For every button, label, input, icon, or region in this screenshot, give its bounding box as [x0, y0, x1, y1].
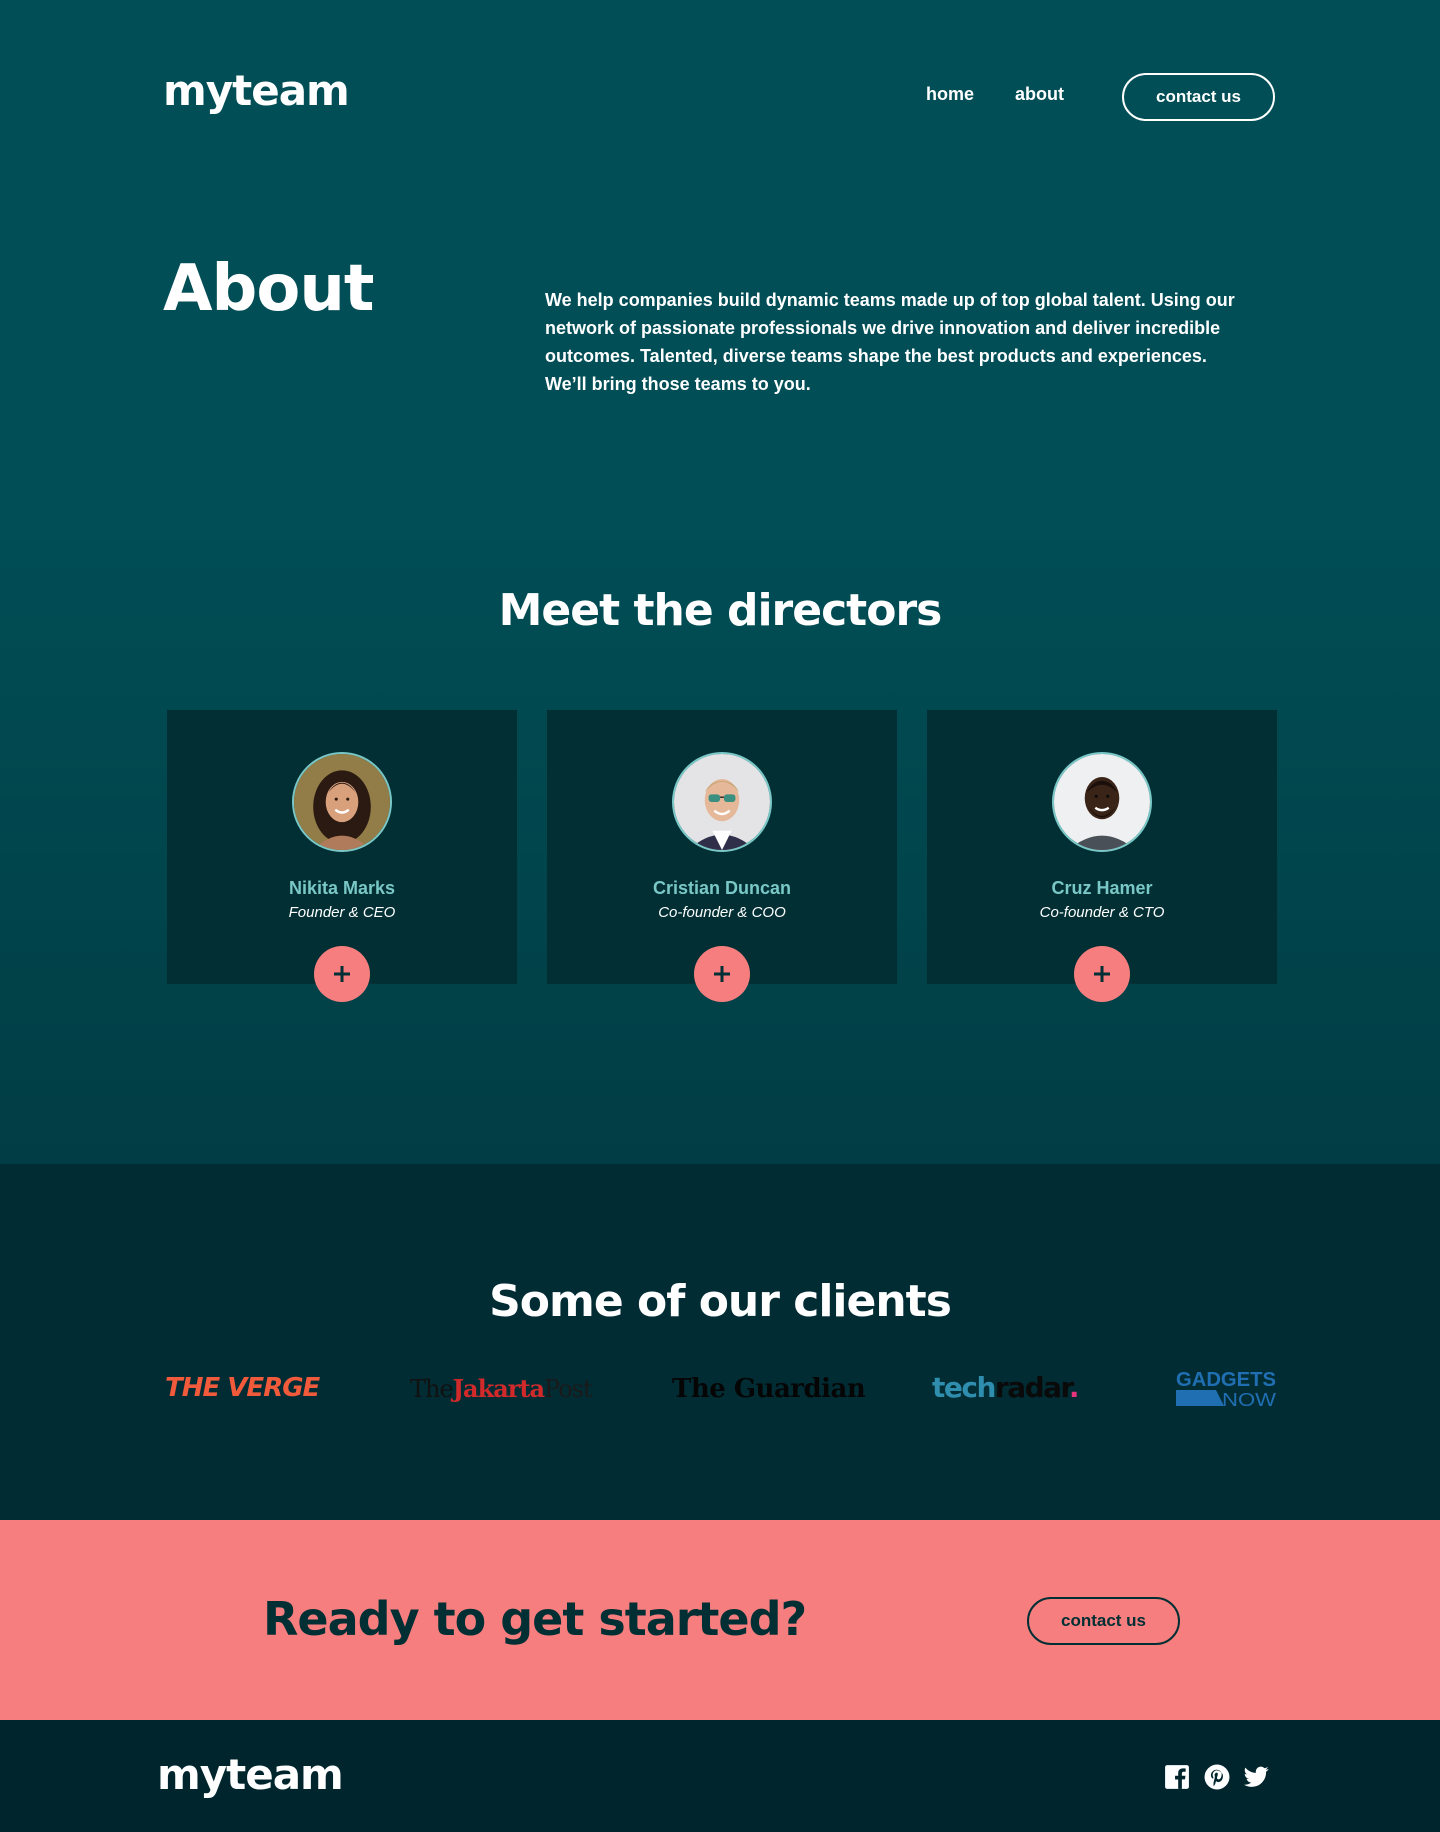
clients-heading: Some of our clients — [489, 1276, 952, 1327]
director-card: Cruz Hamer Co-founder & CTO — [927, 710, 1277, 1002]
cta-section: Ready to get started? contact us — [0, 1520, 1440, 1720]
header-contact-button[interactable]: contact us — [1122, 73, 1275, 121]
site-logo[interactable]: myteam — [163, 66, 350, 115]
director-name: Cristian Duncan — [652, 878, 792, 898]
nav-home-link[interactable]: home — [926, 84, 974, 105]
directors-section: Meet the directors Nikita Marks Founder … — [0, 518, 1440, 1164]
director-role: Co-founder & COO — [658, 904, 786, 921]
pinterest-icon[interactable] — [1204, 1764, 1230, 1790]
director-avatar — [292, 752, 392, 852]
nav-about-link[interactable]: about — [1015, 84, 1064, 105]
techradar-radar-text: radar — [994, 1371, 1070, 1404]
cta-contact-button[interactable]: contact us — [1027, 1597, 1180, 1645]
director-card: Cristian Duncan Co-founder & COO — [547, 710, 897, 1002]
hero-description: We help companies build dynamic teams ma… — [545, 290, 1235, 394]
director-avatar — [672, 752, 772, 852]
director-role: Co-founder & CTO — [1039, 904, 1165, 921]
director-role: Founder & CEO — [288, 904, 396, 921]
client-logo-jakarta-post: TheJakartaPost — [410, 1374, 593, 1414]
gadgets-bottom-text: NOW — [1222, 1390, 1276, 1410]
page-title: About — [163, 252, 374, 326]
director-photo — [674, 754, 770, 850]
expand-director-button[interactable] — [694, 946, 750, 1002]
director-card: Nikita Marks Founder & CEO — [167, 710, 517, 1002]
facebook-icon[interactable] — [1164, 1764, 1190, 1790]
jakarta-main-text: Jakarta — [452, 1374, 545, 1403]
twitter-icon[interactable] — [1243, 1764, 1269, 1790]
expand-director-button[interactable] — [1074, 946, 1130, 1002]
footer: myteam — [0, 1720, 1440, 1832]
director-name: Nikita Marks — [288, 878, 396, 898]
client-logo-the-guardian: The Guardian — [672, 1374, 866, 1404]
jakarta-post-text: Post — [544, 1375, 593, 1403]
client-logo-techradar: techradar. — [932, 1371, 1080, 1411]
expand-director-button[interactable] — [314, 946, 370, 1002]
jakarta-the-text: The — [410, 1375, 454, 1403]
plus-icon — [714, 966, 730, 982]
director-name: Cruz Hamer — [1051, 878, 1153, 898]
footer-logo[interactable]: myteam — [157, 1750, 344, 1799]
director-photo — [294, 754, 390, 850]
hero-section: myteam home about contact us About We he… — [0, 0, 1440, 518]
client-logo-gadgets-now: GADGETS NOW — [1176, 1369, 1276, 1410]
clients-section: Some of our clients THE VERGE TheJakarta… — [0, 1164, 1440, 1520]
cta-heading: Ready to get started? — [263, 1592, 807, 1646]
techradar-dot: . — [1068, 1371, 1080, 1404]
director-photo — [1054, 754, 1150, 850]
client-logo-the-verge: THE VERGE — [165, 1373, 320, 1403]
techradar-tech-text: tech — [932, 1371, 996, 1404]
plus-icon — [334, 966, 350, 982]
director-avatar — [1052, 752, 1152, 852]
directors-heading: Meet the directors — [498, 585, 943, 636]
gadgets-top-text: GADGETS — [1176, 1369, 1276, 1391]
plus-icon — [1094, 966, 1110, 982]
